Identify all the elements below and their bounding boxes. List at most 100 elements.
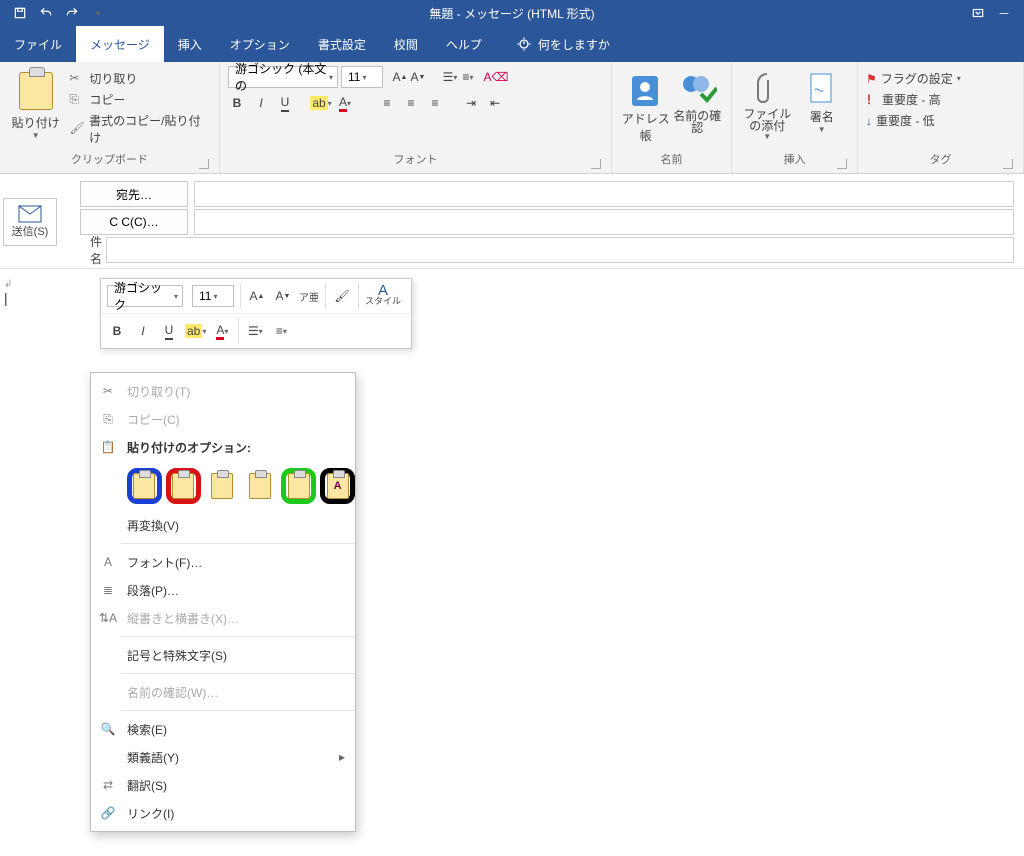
mini-font-combo[interactable]: 游ゴシック▾ [107,285,183,307]
font-launcher[interactable] [591,159,601,169]
tags-launcher[interactable] [1003,159,1013,169]
cm-synonyms[interactable]: 類義語(Y)▸ [91,743,355,771]
copy-icon: ⎘ [69,92,85,108]
to-button[interactable]: 宛先… [80,181,188,207]
importance-low-button[interactable]: ↓重要度 - 低 [866,112,935,129]
mini-styles-button[interactable]: Aスタイル [365,285,401,307]
cm-paste-options: A [91,461,355,511]
numbering-icon[interactable]: ≡▾ [459,68,477,86]
group-tags-label: タグ [930,154,952,166]
save-icon[interactable] [10,3,30,23]
cm-paragraph[interactable]: ≣段落(P)… [91,576,355,604]
cm-symbols[interactable]: 記号と特殊文字(S) [91,641,355,669]
flag-button[interactable]: ⚑フラグの設定▾ [866,70,961,87]
tab-help[interactable]: ヘルプ [432,26,496,62]
send-button[interactable]: 送信(S) [3,198,57,246]
highlight-icon[interactable]: ab▾ [312,94,330,112]
check-names-button[interactable]: 名前の確認 [672,66,724,134]
paintbrush-icon: 🖌 [69,121,85,137]
underline-icon[interactable]: U [276,94,294,112]
cm-copy[interactable]: ⎘コピー(C) [91,405,355,433]
shrink-font-icon[interactable]: A▼ [409,68,427,86]
format-painter-button[interactable]: 🖌書式のコピー/貼り付け [69,112,211,146]
cm-reconvert-label: 再変換(V) [127,517,179,534]
mini-font-color-icon[interactable]: A▾ [212,320,232,342]
mini-italic-icon[interactable]: I [133,320,153,342]
ribbon-display-icon[interactable] [968,3,988,23]
mini-phonetic-icon[interactable]: ア亜 [299,285,319,307]
attach-file-button[interactable]: ファイルの添付▼ [740,66,795,141]
cut-button[interactable]: ✂切り取り [69,70,211,87]
tell-me-search[interactable]: 何をしますか [516,36,610,53]
importance-high-button[interactable]: ！重要度 - 高 [866,91,941,108]
cm-translate[interactable]: ⇄翻訳(S) [91,771,355,799]
insert-launcher[interactable] [837,159,847,169]
cm-link[interactable]: 🔗リンク(I) [91,799,355,827]
clear-format-icon[interactable]: A⌫ [487,68,505,86]
redo-icon[interactable] [62,3,82,23]
cm-paste-heading-label: 貼り付けのオプション: [127,439,251,456]
mini-shrink-font-icon[interactable]: A▼ [273,285,293,307]
mini-highlight-icon[interactable]: ab▾ [185,320,206,342]
paste-picture-button[interactable] [281,468,316,504]
cm-search[interactable]: 🔍検索(E) [91,715,355,743]
align-left-icon[interactable]: ≡ [378,94,396,112]
paperclip-icon [752,70,782,108]
subject-input[interactable] [106,237,1014,263]
font-color-icon[interactable]: A▾ [336,94,354,112]
mini-format-painter-icon[interactable]: 🖌 [332,285,352,307]
paste-merge-button[interactable] [166,468,201,504]
cm-font[interactable]: Aフォント(F)… [91,548,355,576]
address-book-button[interactable]: アドレス帳 [620,66,672,144]
mini-bold-icon[interactable]: B [107,320,127,342]
minimize-button[interactable]: － [994,3,1014,23]
undo-icon[interactable] [36,3,56,23]
signature-label: 署名 [810,108,834,125]
font-size-combo[interactable]: 11▾ [341,66,383,88]
mini-numbering-icon[interactable]: ≡▾ [271,320,291,342]
font-name-combo[interactable]: 游ゴシック (本文の▾ [228,66,338,88]
cm-cut[interactable]: ✂切り取り(T) [91,377,355,405]
paste-keep-source-button[interactable] [127,468,162,504]
to-input[interactable] [194,181,1014,207]
format-painter-label: 書式のコピー/貼り付け [89,112,211,146]
mini-bullets-icon[interactable]: ☰▾ [245,320,265,342]
mini-size-combo[interactable]: 11▾ [192,285,234,307]
tab-review[interactable]: 校閲 [380,26,432,62]
cm-checknames[interactable]: 名前の確認(W)… [91,678,355,706]
bold-icon[interactable]: B [228,94,246,112]
paste-text-only-button[interactable]: A [320,468,355,504]
paste-use-destination-button[interactable] [205,468,239,504]
tab-format[interactable]: 書式設定 [304,26,380,62]
cc-button[interactable]: C C(C)… [80,209,188,235]
flag-label: フラグの設定 [881,70,953,87]
cc-input[interactable] [194,209,1014,235]
tab-file[interactable]: ファイル [0,26,76,62]
indent-increase-icon[interactable]: ⇥ [462,94,480,112]
qat-dropdown-icon[interactable]: ▼ [88,3,108,23]
scissors-icon: ✂ [69,71,85,87]
indent-decrease-icon[interactable]: ⇤ [486,94,504,112]
mini-grow-font-icon[interactable]: A▲ [247,285,267,307]
paste-button[interactable]: 貼り付け ▼ [8,66,63,140]
italic-icon[interactable]: I [252,94,270,112]
paste-link-button[interactable] [243,468,277,504]
tab-message[interactable]: メッセージ [76,26,164,62]
importance-low-label: 重要度 - 低 [876,112,935,129]
grow-font-icon[interactable]: A▲ [391,68,409,86]
mini-underline-icon[interactable]: U [159,320,179,342]
signature-button[interactable]: 署名▼ [795,66,850,134]
clipboard-launcher[interactable] [199,159,209,169]
align-right-icon[interactable]: ≡ [426,94,444,112]
cm-reconvert[interactable]: 再変換(V) [91,511,355,539]
copy-button[interactable]: ⎘コピー [69,91,211,108]
cm-direction[interactable]: ⇅A縦書きと横書き(X)… [91,604,355,632]
check-names-label: 名前の確認 [672,110,724,134]
cm-link-label: リンク(I) [127,805,174,822]
align-center-icon[interactable]: ≡ [402,94,420,112]
tab-options[interactable]: オプション [216,26,304,62]
tell-me-label: 何をしますか [538,36,610,53]
bullets-icon[interactable]: ☰▾ [441,68,459,86]
address-book-label: アドレス帳 [620,110,672,144]
tab-insert[interactable]: 挿入 [164,26,216,62]
